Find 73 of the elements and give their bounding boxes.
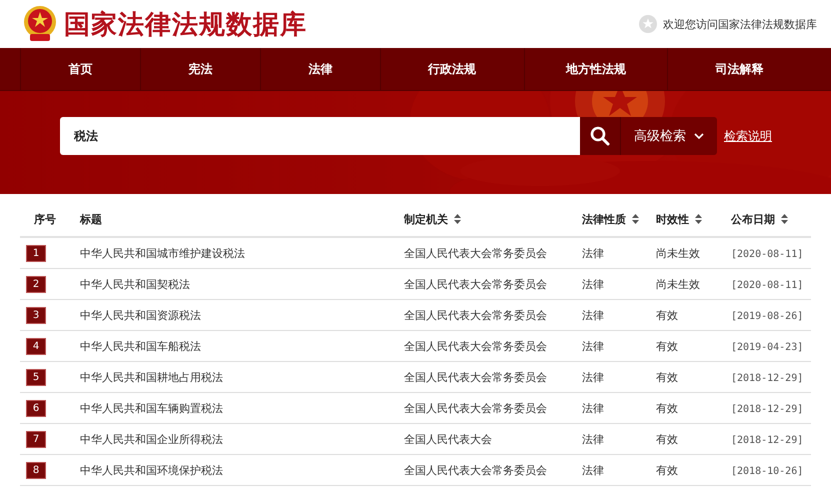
row-number: 8	[26, 462, 46, 478]
table-cell: 全国人民代表大会	[404, 432, 492, 446]
table-cell: 全国人民代表大会常务委员会	[404, 278, 547, 290]
advanced-search-button[interactable]: 高级检索	[620, 117, 717, 155]
table-cell: 法律	[582, 402, 604, 414]
table-cell: [2020-08-11]	[731, 280, 804, 290]
table-cell: 法律	[582, 278, 604, 290]
law-title-link[interactable]: 中华人民共和国车船税法	[80, 340, 201, 352]
nav-item[interactable]: 法律	[260, 48, 380, 90]
nav-item[interactable]: 行政法规	[380, 48, 524, 90]
column-header[interactable]: 制定机关	[404, 212, 448, 226]
row-number: 7	[26, 430, 46, 448]
chevron-icon	[694, 133, 704, 139]
table-cell: 尚未生效	[656, 278, 700, 290]
search-help-link[interactable]: 检索说明	[724, 128, 772, 144]
sort-icon[interactable]	[454, 214, 461, 224]
row-number: 4	[26, 338, 46, 354]
search-icon	[590, 126, 610, 146]
search-button[interactable]	[580, 117, 620, 155]
table-cell: 法律	[582, 340, 604, 352]
sort-icon[interactable]	[781, 214, 788, 224]
welcome-text: 欢迎您访问国家法律法规数据库	[663, 16, 817, 32]
emblem-icon	[22, 5, 58, 43]
table-cell: 全国人民代表大会常务委员会	[404, 340, 547, 352]
nav-item[interactable]: 宪法	[140, 48, 260, 90]
row-number: 3	[26, 306, 46, 324]
sort-icon[interactable]	[695, 214, 702, 224]
table-cell: 有效	[656, 464, 678, 476]
law-title-link[interactable]: 中华人民共和国企业所得税法	[80, 432, 223, 446]
law-title-link[interactable]: 中华人民共和国车辆购置税法	[80, 402, 223, 414]
table-cell: 法律	[582, 246, 604, 260]
nav-item[interactable]: 首页	[20, 48, 140, 90]
table-cell: 有效	[656, 402, 678, 414]
table-cell: 有效	[656, 370, 678, 384]
site-title: 国家法律法规数据库	[64, 8, 307, 42]
table-cell: [2020-08-11]	[731, 248, 804, 260]
table-cell: 全国人民代表大会常务委员会	[404, 464, 547, 476]
table-cell: 法律	[582, 464, 604, 476]
column-header[interactable]: 时效性	[656, 212, 689, 226]
column-header[interactable]: 公布日期	[731, 212, 775, 226]
table-cell: 法律	[582, 370, 604, 384]
search-field[interactable]: 税法	[60, 117, 580, 155]
law-title-link[interactable]: 中华人民共和国环境保护税法	[80, 464, 223, 476]
table-cell: [2018-12-29]	[731, 372, 804, 384]
law-title-link[interactable]: 中华人民共和国资源税法	[80, 308, 201, 322]
law-title-link[interactable]: 中华人民共和国契税法	[80, 278, 190, 290]
table-cell: 全国人民代表大会常务委员会	[404, 308, 547, 322]
table-cell: 法律	[582, 308, 604, 322]
column-header: 标题	[80, 212, 102, 226]
row-number: 2	[26, 276, 46, 292]
row-number: 6	[26, 400, 46, 416]
column-header: 序号	[34, 212, 56, 226]
table-cell: 尚未生效	[656, 246, 700, 260]
table-cell: 有效	[656, 340, 678, 352]
table-cell: [2018-12-29]	[731, 404, 804, 414]
table-cell: 有效	[656, 308, 678, 322]
law-title-link[interactable]: 中华人民共和国城市维护建设税法	[80, 246, 245, 260]
table-cell: 全国人民代表大会常务委员会	[404, 370, 547, 384]
law-title-link[interactable]: 中华人民共和国耕地占用税法	[80, 370, 223, 384]
row-number: 1	[26, 244, 46, 262]
table-cell: [2019-08-26]	[731, 310, 804, 322]
nav-item[interactable]: 司法解释	[667, 48, 812, 90]
table-cell: 全国人民代表大会常务委员会	[404, 402, 547, 414]
table-cell: [2018-12-29]	[731, 434, 804, 446]
table-cell: [2018-10-26]	[731, 466, 804, 476]
table-cell: 法律	[582, 432, 604, 446]
sort-icon[interactable]	[632, 214, 639, 224]
table-cell: [2019-04-23]	[731, 342, 804, 352]
table-cell: 全国人民代表大会常务委员会	[404, 246, 547, 260]
column-header[interactable]: 法律性质	[582, 212, 626, 226]
nav-item[interactable]: 地方性法规	[524, 48, 668, 90]
row-number: 5	[26, 368, 46, 386]
table-cell: 有效	[656, 432, 678, 446]
